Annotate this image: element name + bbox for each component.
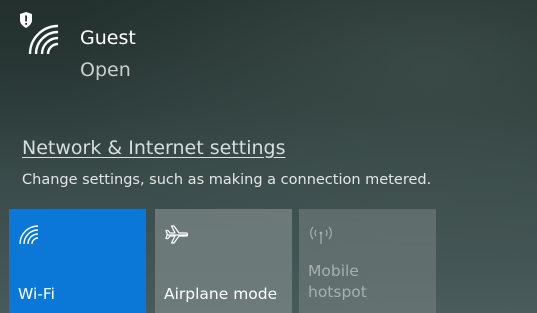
wifi-tile-label: Wi-Fi [18, 285, 55, 303]
wifi-icon [19, 225, 39, 245]
hotspot-label-line1: Mobile [308, 262, 359, 280]
airplane-icon [165, 225, 189, 244]
hotspot-tile-label: Mobile hotspot [308, 261, 367, 303]
wifi-secured-warning-icon [20, 12, 59, 55]
hotspot-label-line2: hotspot [308, 283, 367, 301]
network-internet-settings-link[interactable]: Network & Internet settings [22, 136, 285, 160]
airplane-tile-label: Airplane mode [164, 285, 278, 303]
mobile-hotspot-toggle-tile[interactable]: Mobile hotspot [299, 209, 436, 313]
network-status: Open [80, 59, 131, 81]
wifi-toggle-tile[interactable]: Wi-Fi [9, 209, 146, 313]
settings-description: Change settings, such as making a connec… [22, 172, 432, 188]
network-list-item-guest[interactable]: Guest Open [0, 0, 537, 100]
hotspot-icon [310, 226, 332, 244]
network-flyout: Guest Open Network & Internet settings C… [0, 0, 537, 313]
network-name: Guest [80, 27, 136, 49]
airplane-mode-toggle-tile[interactable]: Airplane mode [155, 209, 292, 313]
